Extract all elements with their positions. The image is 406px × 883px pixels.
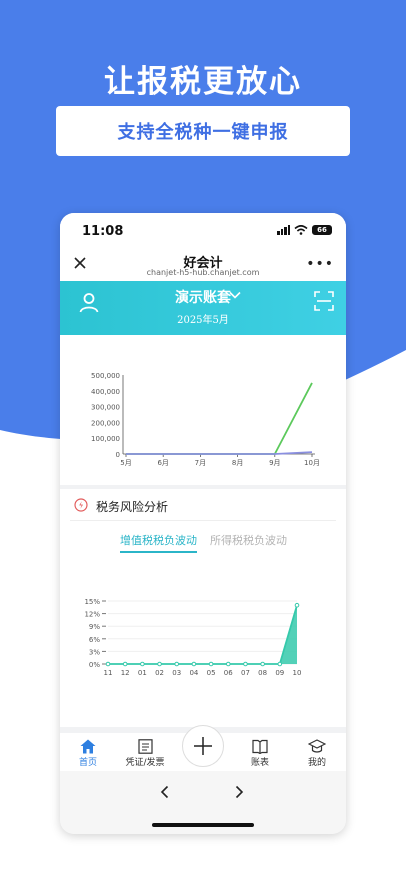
nav-url: chanjet-h5-hub.chanjet.com xyxy=(146,268,260,277)
home-icon xyxy=(80,739,96,754)
data-point xyxy=(122,661,128,667)
tab-ledger-label: 账表 xyxy=(250,758,269,768)
battery-level: 66 xyxy=(317,226,327,234)
y-tick-label: 300,000 xyxy=(91,404,120,412)
data-point xyxy=(277,661,283,667)
tax-risk-card: 税务风险分析 增值税税负波动 所得税税负波动 0% 3% 6% 9% 12% 15% 11 1… xyxy=(60,489,346,727)
data-point xyxy=(294,602,300,608)
risk-section-title: 税务风险分析 xyxy=(96,500,169,514)
y-tick-label: 9% xyxy=(89,623,100,631)
chevron-down-icon[interactable] xyxy=(228,288,242,302)
section-divider xyxy=(70,520,336,521)
x-tick-label: 04 xyxy=(189,669,198,677)
data-point xyxy=(208,661,214,667)
promo-subtitle: 支持全税种一键申报 xyxy=(56,106,350,156)
y-tick-label: 15% xyxy=(84,598,100,606)
tab-ledger[interactable]: 账表 xyxy=(232,733,288,768)
y-tick-label: 12% xyxy=(84,611,100,619)
tab-profile-label: 我的 xyxy=(307,758,326,768)
company-selector[interactable]: 演示账套 xyxy=(60,287,346,307)
x-tick-label: 8月 xyxy=(232,459,243,467)
x-tick-label: 11 xyxy=(104,669,113,677)
x-tick-label: 10月 xyxy=(304,459,320,467)
battery-icon: 66 xyxy=(312,225,332,235)
x-tick-label: 09 xyxy=(275,669,284,677)
y-tick-label: 500,000 xyxy=(91,372,120,380)
status-bar: 11:08 66 xyxy=(60,213,346,249)
x-tick-label: 10 xyxy=(293,669,302,677)
y-tick-label: 400,000 xyxy=(91,388,120,396)
phone-frame: 11:08 66 好会计 chanjet-h5-hub.chanjet.com … xyxy=(60,213,346,834)
data-point xyxy=(225,661,231,667)
x-tick-label: 08 xyxy=(258,669,267,677)
line-chart: 0 100,000 200,000 300,000 400,000 500,000 5月 6月… xyxy=(91,372,320,467)
series-line xyxy=(126,451,313,455)
trend-chart-card: 0 100,000 200,000 300,000 400,000 500,000 5月 6月… xyxy=(60,335,346,485)
tab-home[interactable]: 首页 xyxy=(60,733,116,768)
x-tick-label: 01 xyxy=(138,669,147,677)
home-indicator xyxy=(152,823,254,827)
data-point xyxy=(243,661,248,667)
y-tick-label: 0 xyxy=(116,451,120,459)
data-point xyxy=(157,661,162,667)
x-tick-label: 06 xyxy=(224,669,233,677)
status-icons: 66 xyxy=(277,225,332,235)
graduation-cap-icon xyxy=(308,739,326,753)
data-point xyxy=(174,661,180,667)
plus-icon xyxy=(194,737,212,755)
signal-icon xyxy=(277,225,290,235)
y-tick-label: 3% xyxy=(89,648,100,656)
more-icon[interactable]: ••• xyxy=(306,256,334,272)
chevron-right-icon[interactable] xyxy=(232,785,246,799)
add-button[interactable] xyxy=(182,725,224,767)
y-tick-label: 6% xyxy=(89,636,100,644)
promo-subtitle-text: 支持全税种一键申报 xyxy=(117,122,289,143)
tab-home-label: 首页 xyxy=(78,758,97,768)
browser-navbar: 好会计 chanjet-h5-hub.chanjet.com ••• xyxy=(60,249,346,281)
tab-profile[interactable]: 我的 xyxy=(289,733,345,768)
data-point xyxy=(105,661,111,667)
scan-icon[interactable] xyxy=(314,291,334,311)
x-tick-label: 9月 xyxy=(269,459,280,467)
x-tick-label: 07 xyxy=(241,669,250,677)
tab-income-tax-fluctuation[interactable]: 所得税税负波动 xyxy=(210,532,287,548)
x-tick-label: 5月 xyxy=(120,459,131,467)
tab-vouchers-label: 凭证/发票 xyxy=(125,758,165,768)
document-icon xyxy=(137,739,153,754)
y-tick-label: 200,000 xyxy=(91,419,120,427)
x-tick-label: 6月 xyxy=(157,459,168,467)
y-tick-label: 100,000 xyxy=(91,435,120,443)
x-tick-label: 03 xyxy=(172,669,181,677)
book-icon xyxy=(252,739,268,754)
area-chart: 0% 3% 6% 9% 12% 15% 11 12 01 02 03 04 05 06 07 08 09 10 xyxy=(84,598,302,677)
series-line xyxy=(126,382,313,455)
tab-vouchers[interactable]: 凭证/发票 xyxy=(117,733,173,768)
promo-headline: 让报税更放心 xyxy=(104,64,302,100)
x-tick-label: 7月 xyxy=(195,459,206,467)
period-label: 2025年5月 xyxy=(177,315,229,326)
y-tick-label: 0% xyxy=(89,661,100,669)
data-point xyxy=(191,661,197,667)
company-name: 演示账套 xyxy=(175,290,231,306)
browser-bottom-nav xyxy=(60,771,346,834)
account-header: 演示账套 2025年5月 xyxy=(60,281,346,335)
status-time: 11:08 xyxy=(82,224,124,239)
data-point xyxy=(260,661,265,667)
x-tick-label: 02 xyxy=(155,669,164,677)
tab-vat-fluctuation[interactable]: 增值税税负波动 xyxy=(120,532,197,553)
chevron-left-icon[interactable] xyxy=(158,785,172,799)
wifi-icon xyxy=(294,225,308,235)
data-point xyxy=(140,661,145,667)
x-tick-label: 05 xyxy=(207,669,216,677)
x-tick-label: 12 xyxy=(121,669,130,677)
risk-icon xyxy=(74,498,88,512)
